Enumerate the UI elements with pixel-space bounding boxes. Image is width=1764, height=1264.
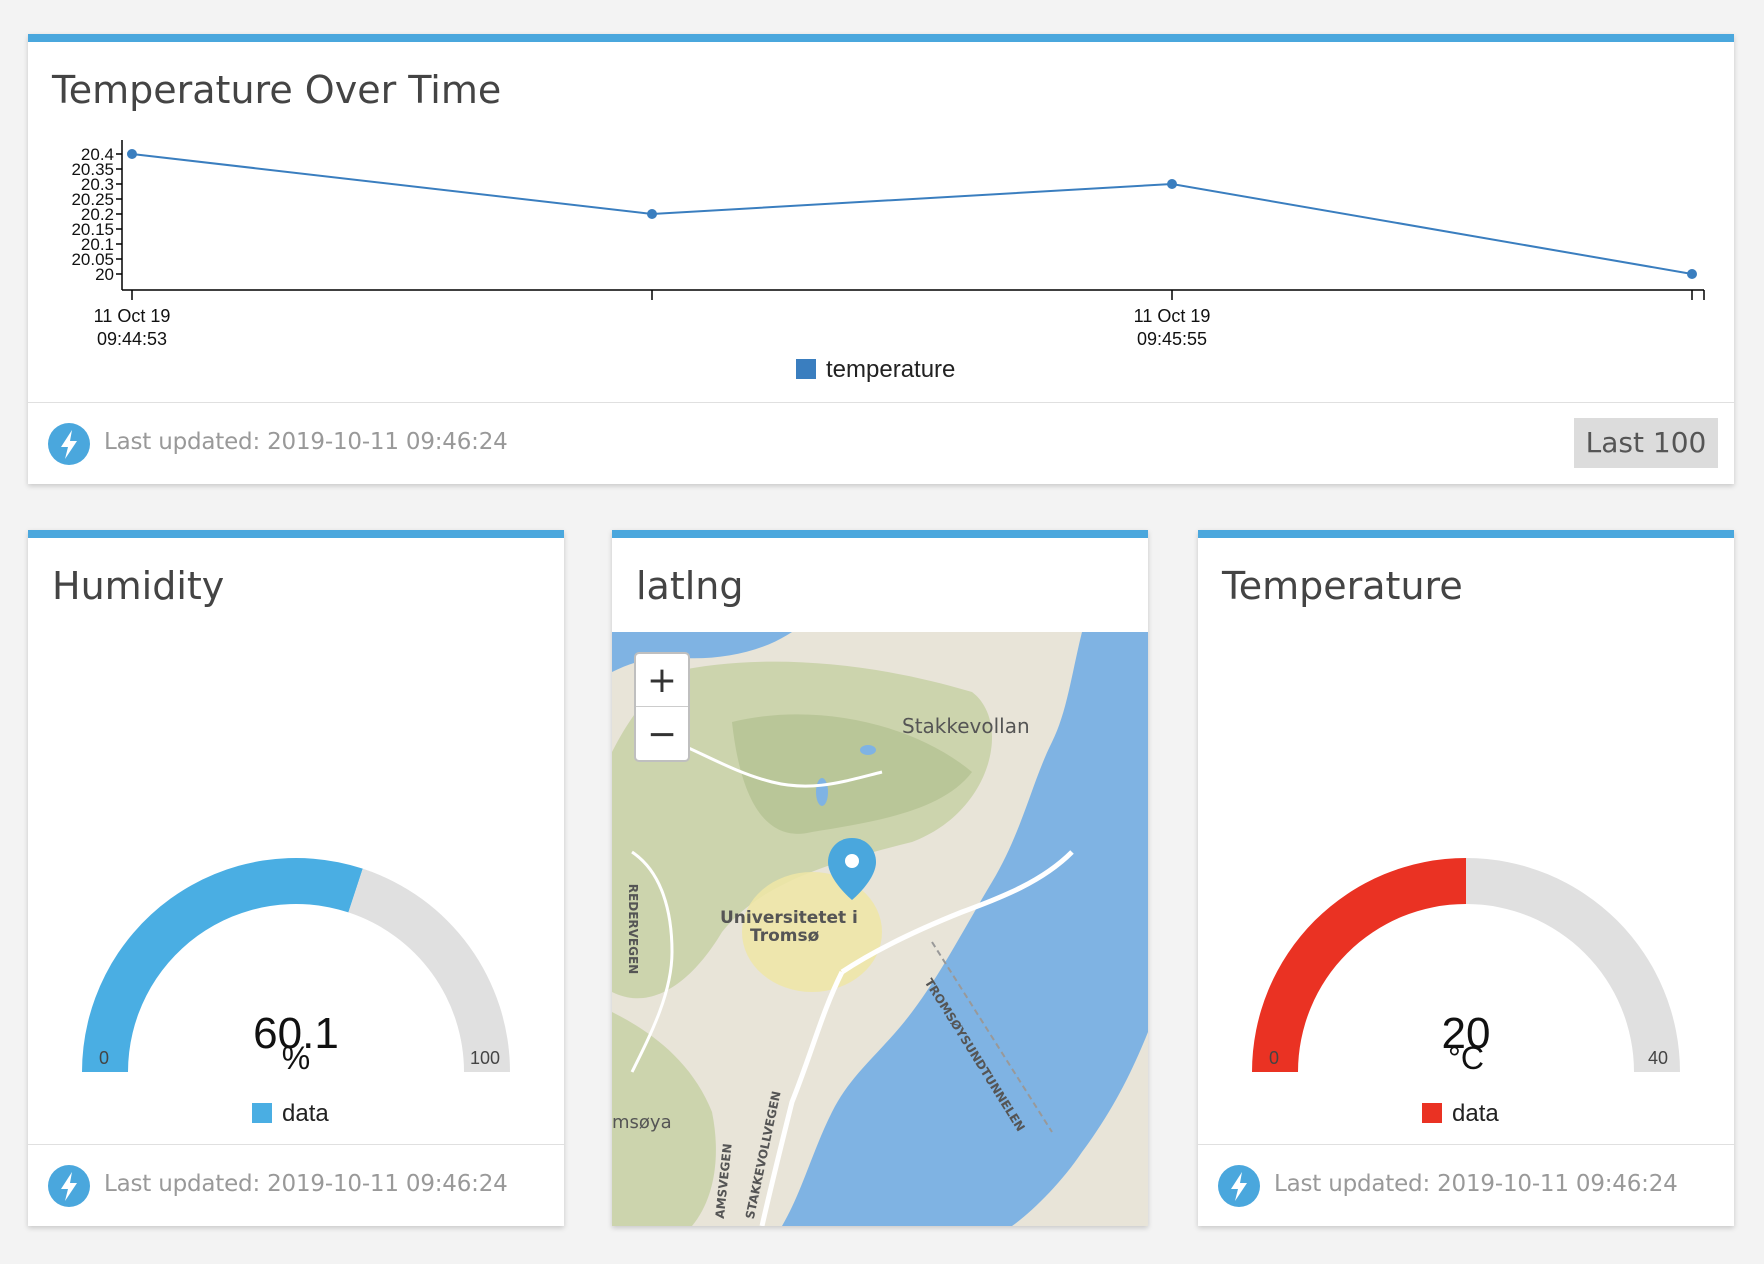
legend-label: data (1452, 1100, 1499, 1127)
gauge-min: 0 (99, 1048, 110, 1068)
gauge-unit: °C (1448, 1040, 1484, 1076)
bolt-icon (48, 1165, 90, 1207)
map-card: latlng Stakkevollan Universitetet i Trom… (612, 530, 1148, 1226)
legend-label: data (282, 1100, 329, 1127)
x-tick-label-date: 11 Oct 19 (1134, 306, 1211, 326)
legend-swatch (796, 359, 816, 379)
last-100-button[interactable]: Last 100 (1574, 418, 1718, 468)
gauge-legend: data (1422, 1100, 1499, 1128)
gauge-legend: data (252, 1100, 329, 1128)
gauge-unit: % (281, 1040, 311, 1076)
card-footer: Last updated: 2019-10-11 09:46:24 (28, 1144, 564, 1226)
card-title: Temperature Over Time (52, 68, 502, 112)
zoom-control: + − (634, 652, 690, 762)
data-point (647, 209, 657, 219)
legend-swatch (252, 1103, 272, 1123)
map-tiles (612, 632, 1148, 1226)
data-point (127, 149, 137, 159)
zoom-out-button[interactable]: − (636, 708, 688, 761)
temperature-series-line (131, 153, 1693, 275)
card-title: latlng (636, 564, 744, 608)
map-label-stakkevollan: Stakkevollan (902, 714, 1030, 738)
temperature-gauge-card: Temperature 20 °C 0 40 data Last updated… (1198, 530, 1734, 1226)
last-updated-text: Last updated: 2019-10-11 09:46:24 (104, 429, 508, 455)
map-label-tromsoya: msøya (612, 1112, 672, 1133)
map-view[interactable]: Stakkevollan Universitetet i Tromsø REDE… (612, 632, 1148, 1226)
legend-label: temperature (826, 356, 956, 383)
map-label-university: Universitetet i (720, 908, 858, 928)
gauge-max: 40 (1648, 1048, 1669, 1068)
temperature-chart-card: Temperature Over Time 20 20.05 20.1 20.15 20… (28, 34, 1734, 484)
card-title: Temperature (1222, 564, 1463, 608)
card-footer: Last updated: 2019-10-11 09:46:24 (1198, 1144, 1734, 1226)
data-point (1167, 179, 1177, 189)
data-point (1687, 269, 1697, 279)
last-updated-text: Last updated: 2019-10-11 09:46:24 (1274, 1171, 1678, 1197)
map-label-redervegen: REDERVEGEN (626, 883, 641, 975)
map-label-university-city: Tromsø (750, 926, 820, 946)
last-updated-text: Last updated: 2019-10-11 09:46:24 (104, 1171, 508, 1197)
gauge-max: 100 (470, 1048, 501, 1068)
zoom-in-button[interactable]: + (636, 654, 688, 707)
legend-swatch (1422, 1103, 1442, 1123)
bolt-icon (48, 423, 90, 465)
chart-legend: temperature (796, 356, 955, 384)
card-footer: Last updated: 2019-10-11 09:46:24 Last 1… (28, 402, 1734, 484)
humidity-card: Humidity 60.1 % 0 100 data Last updated:… (28, 530, 564, 1226)
card-title: Humidity (52, 564, 225, 608)
y-tick-label: 20.4 (81, 145, 114, 164)
gauge-min: 0 (1269, 1048, 1280, 1068)
x-tick-label-time: 09:45:55 (1137, 329, 1207, 349)
x-tick-label-time: 09:44:53 (97, 329, 167, 349)
x-tick-label-date: 11 Oct 19 (94, 306, 171, 326)
bolt-icon (1218, 1165, 1260, 1207)
